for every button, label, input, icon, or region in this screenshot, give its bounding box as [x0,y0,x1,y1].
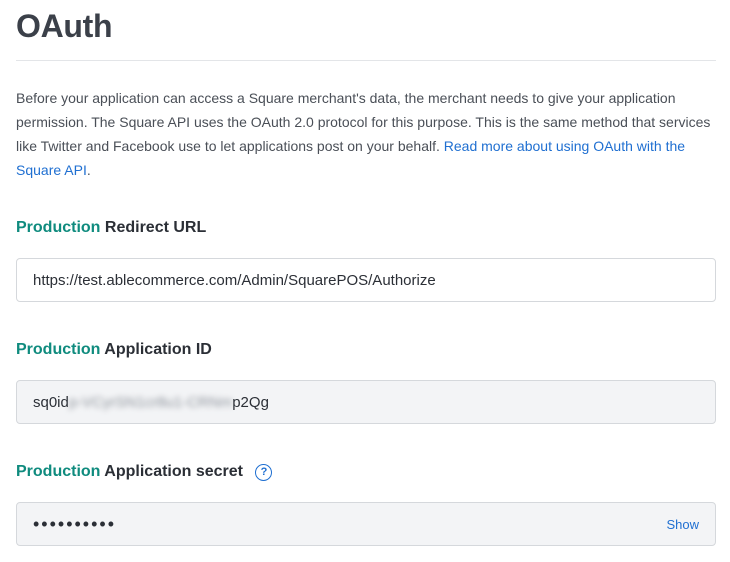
application-secret-masked: •••••••••• [33,513,117,534]
intro-paragraph: Before your application can access a Squ… [16,86,716,182]
application-secret-env: Production [16,463,101,480]
page-title: OAuth [16,8,113,44]
redirect-url-env: Production [16,219,101,236]
application-secret-field[interactable]: •••••••••• Show [16,502,716,546]
application-secret-label: Production Application secret ? [16,462,273,482]
application-id-label: Production Application ID [16,340,212,360]
application-id-value-start: sq0id [33,393,69,411]
intro-trailing: . [86,162,91,178]
oauth-page: OAuth Before your application can access… [16,0,716,546]
question-circle-icon[interactable]: ? [255,464,273,481]
application-id-env: Production [16,341,101,358]
redirect-url-label-text: Redirect URL [104,219,207,236]
redirect-url-label: Production Redirect URL [16,218,206,238]
application-id-value-end: p2Qg [232,393,269,411]
redirect-url-input[interactable]: https://test.ablecommerce.com/Admin/Squa… [16,258,716,302]
show-secret-button[interactable]: Show [666,517,699,532]
application-id-redacted: p-VCyrSN1cr8u1-CRNm [68,393,233,411]
title-divider [16,60,716,61]
application-id-field[interactable]: sq0id p-VCyrSN1cr8u1-CRNm p2Qg [16,380,716,424]
redirect-url-value: https://test.ablecommerce.com/Admin/Squa… [33,271,436,289]
application-secret-label-text: Application secret [104,463,243,480]
application-id-label-text: Application ID [104,341,212,358]
